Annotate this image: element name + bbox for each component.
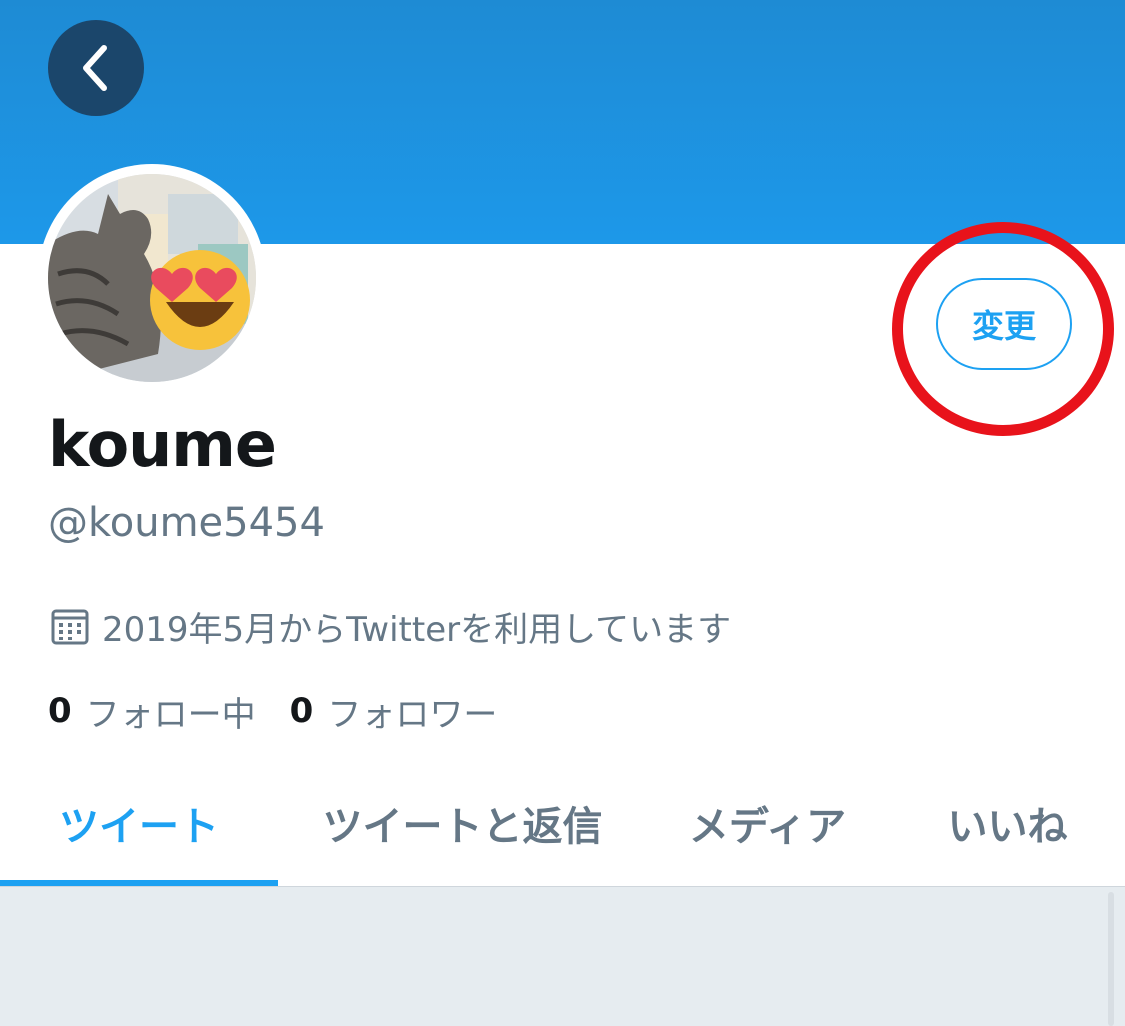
chevron-left-icon <box>83 45 107 91</box>
active-tab-indicator <box>0 880 278 886</box>
tab-likes[interactable]: いいね <box>905 760 1110 886</box>
tweet-feed-area <box>0 887 1125 1026</box>
follow-stats: 0 フォロー中 0 フォロワー <box>48 686 497 736</box>
following-label: フォロー中 <box>85 694 256 735</box>
following-stat[interactable]: 0 フォロー中 <box>48 687 256 736</box>
user-handle: @koume5454 <box>48 500 325 546</box>
calendar-icon <box>51 609 89 645</box>
followers-count: 0 <box>289 691 314 731</box>
change-button[interactable]: 変更 <box>936 278 1072 370</box>
scrollbar[interactable] <box>1108 892 1114 1026</box>
tab-media[interactable]: メディア <box>660 760 875 886</box>
profile-tabs: ツイート ツイートと返信 メディア いいね <box>0 760 1125 887</box>
cat-photo-avatar-icon <box>48 174 256 382</box>
back-button[interactable] <box>48 20 144 116</box>
tab-tweets[interactable]: ツイート <box>0 760 278 886</box>
following-count: 0 <box>48 691 72 731</box>
tab-tweets-and-replies[interactable]: ツイートと返信 <box>290 760 635 886</box>
followers-stat[interactable]: 0 フォロワー <box>290 687 498 736</box>
display-name: koume <box>48 408 277 481</box>
joined-date: 2019年5月からTwitterを利用しています <box>50 600 731 652</box>
followers-label: フォロワー <box>327 694 498 735</box>
joined-text: 2019年5月からTwitterを利用しています <box>102 609 732 650</box>
avatar[interactable] <box>38 164 266 392</box>
